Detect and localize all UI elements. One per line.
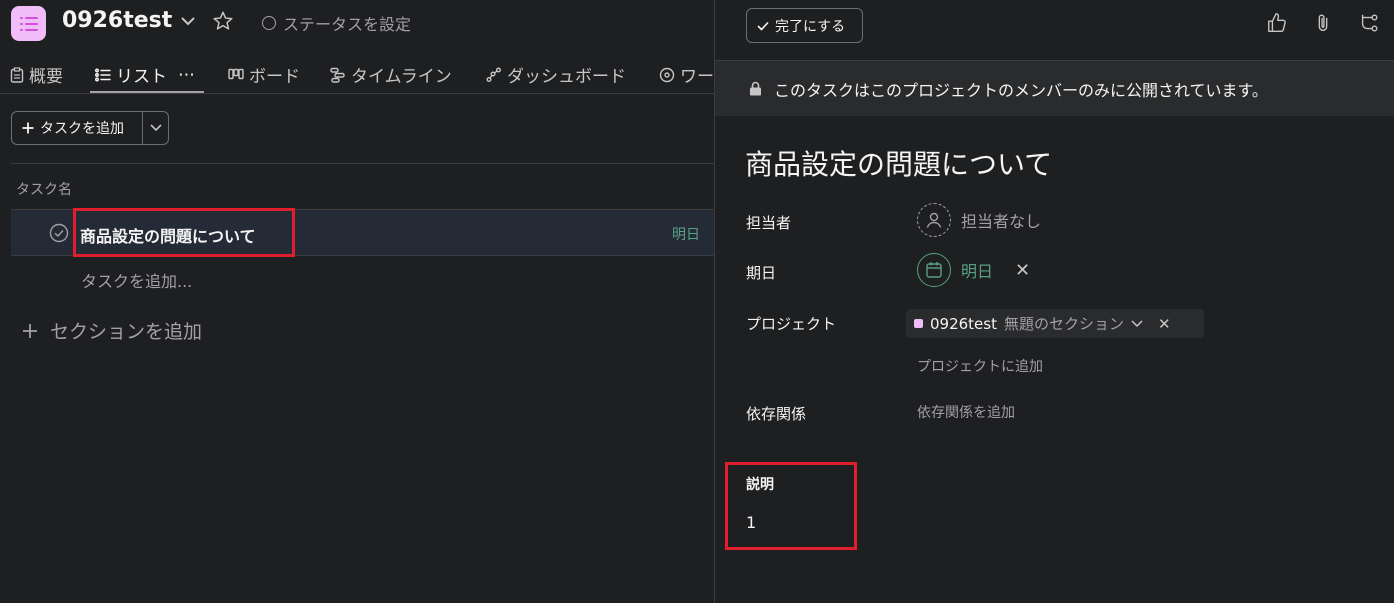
tab-timeline[interactable]: タイムライン: [330, 62, 452, 87]
set-status-button[interactable]: ステータスを設定: [262, 11, 411, 35]
highlight-annotation-box: [725, 462, 857, 550]
project-color-dot-icon: [914, 319, 923, 328]
favorite-star-icon[interactable]: [212, 10, 234, 32]
add-task-dropdown-chevron-down-icon[interactable]: [143, 112, 168, 144]
attachment-paperclip-icon[interactable]: [1312, 12, 1334, 34]
add-dependency-link[interactable]: 依存関係を追加: [917, 402, 1015, 422]
status-circle-icon: [262, 16, 276, 30]
thumbs-up-icon[interactable]: [1266, 12, 1288, 34]
task-due-date[interactable]: 明日: [672, 224, 700, 244]
tab-label: 概要: [29, 67, 63, 87]
calendar-icon: [917, 253, 951, 287]
timeline-icon: [330, 67, 345, 83]
complete-label: 完了にする: [775, 18, 846, 35]
tab-overview[interactable]: 概要: [10, 62, 63, 87]
project-label: プロジェクト: [746, 315, 837, 333]
description-text[interactable]: 1: [746, 513, 756, 532]
tab-board[interactable]: ボード: [228, 62, 300, 87]
section-chevron-down-icon[interactable]: [1131, 319, 1143, 328]
mark-complete-button[interactable]: 完了にする: [746, 8, 863, 43]
check-icon: [757, 21, 769, 31]
tab-label: リスト: [116, 67, 167, 87]
tab-list[interactable]: リスト ⋯: [95, 62, 195, 87]
complete-check-circle-icon[interactable]: [49, 223, 69, 243]
tab-label: ワー: [680, 67, 714, 87]
project-menu-chevron-down-icon[interactable]: [178, 11, 198, 31]
due-date-field[interactable]: 明日 ✕: [917, 253, 1030, 287]
assignee-field[interactable]: 担当者なし: [917, 203, 1041, 237]
description-label: 説明: [746, 477, 774, 493]
add-section-button[interactable]: セクションを追加: [22, 317, 202, 344]
project-chip[interactable]: 0926test 無題のセクション ✕: [906, 309, 1204, 338]
due-date-value: 明日: [961, 262, 994, 281]
add-task-split-button: タスクを追加: [11, 111, 169, 145]
status-label: ステータスを設定: [283, 15, 412, 34]
privacy-notice-banner: このタスクはこのプロジェクトのメンバーのみに公開されています。: [715, 60, 1394, 116]
subtask-icon[interactable]: [1358, 12, 1380, 34]
list-icon: [95, 68, 111, 81]
workflow-icon: [659, 67, 675, 82]
tab-more-icon[interactable]: ⋯: [178, 65, 195, 85]
tab-label: タイムライン: [351, 67, 452, 87]
tab-workflow[interactable]: ワー: [659, 62, 714, 87]
project-chip-name: 0926test: [930, 314, 997, 333]
task-name-column-header[interactable]: タスク名: [11, 163, 714, 210]
privacy-notice-text: このタスクはこのプロジェクトのメンバーのみに公開されています。: [774, 80, 1268, 100]
add-to-project-link[interactable]: プロジェクトに追加: [917, 356, 1043, 376]
plus-icon: [23, 323, 37, 338]
board-icon: [228, 68, 244, 79]
tab-label: ボード: [249, 67, 300, 87]
active-tab-indicator: [90, 91, 204, 93]
add-task-label: タスクを追加: [40, 121, 124, 137]
task-name[interactable]: 商品設定の問題について: [80, 223, 256, 247]
task-detail-pane: 完了にする このタスクはこのプロジェクトのメンバーのみに公開されています。 商品…: [714, 0, 1394, 603]
add-task-button[interactable]: タスクを追加: [12, 112, 143, 144]
assignee-label: 担当者: [746, 214, 792, 232]
tab-label: ダッシュボード: [507, 67, 626, 87]
project-tabs: 概要 リスト ⋯ ボード タイムライン ダッシュボード ワー: [0, 56, 714, 94]
task-row[interactable]: 商品設定の問題について 明日: [11, 210, 714, 256]
lock-icon: [750, 81, 761, 96]
project-list-pane: 0926test ステータスを設定 概要 リスト ⋯ ボード タイムライン ダッ…: [0, 0, 714, 603]
plus-icon: [22, 122, 34, 134]
task-title[interactable]: 商品設定の問題について: [745, 143, 1052, 183]
due-date-label: 期日: [746, 264, 777, 282]
project-chip-section[interactable]: 無題のセクション: [1004, 313, 1124, 334]
detail-toolbar: [1266, 12, 1380, 34]
avatar-placeholder-icon: [917, 203, 951, 237]
project-list-icon[interactable]: [11, 6, 46, 41]
add-section-label: セクションを追加: [50, 321, 203, 343]
assignee-value: 担当者なし: [961, 212, 1042, 231]
clear-due-date-close-icon[interactable]: ✕: [1015, 260, 1030, 281]
tab-dashboard[interactable]: ダッシュボード: [486, 62, 626, 87]
project-title: 0926test: [62, 8, 173, 33]
dependencies-label: 依存関係: [746, 405, 807, 423]
remove-project-close-icon[interactable]: ✕: [1158, 315, 1171, 333]
add-task-inline[interactable]: タスクを追加...: [81, 268, 192, 292]
column-header-label: タスク名: [16, 182, 72, 198]
dashboard-icon: [486, 67, 501, 82]
clipboard-icon: [10, 66, 24, 83]
